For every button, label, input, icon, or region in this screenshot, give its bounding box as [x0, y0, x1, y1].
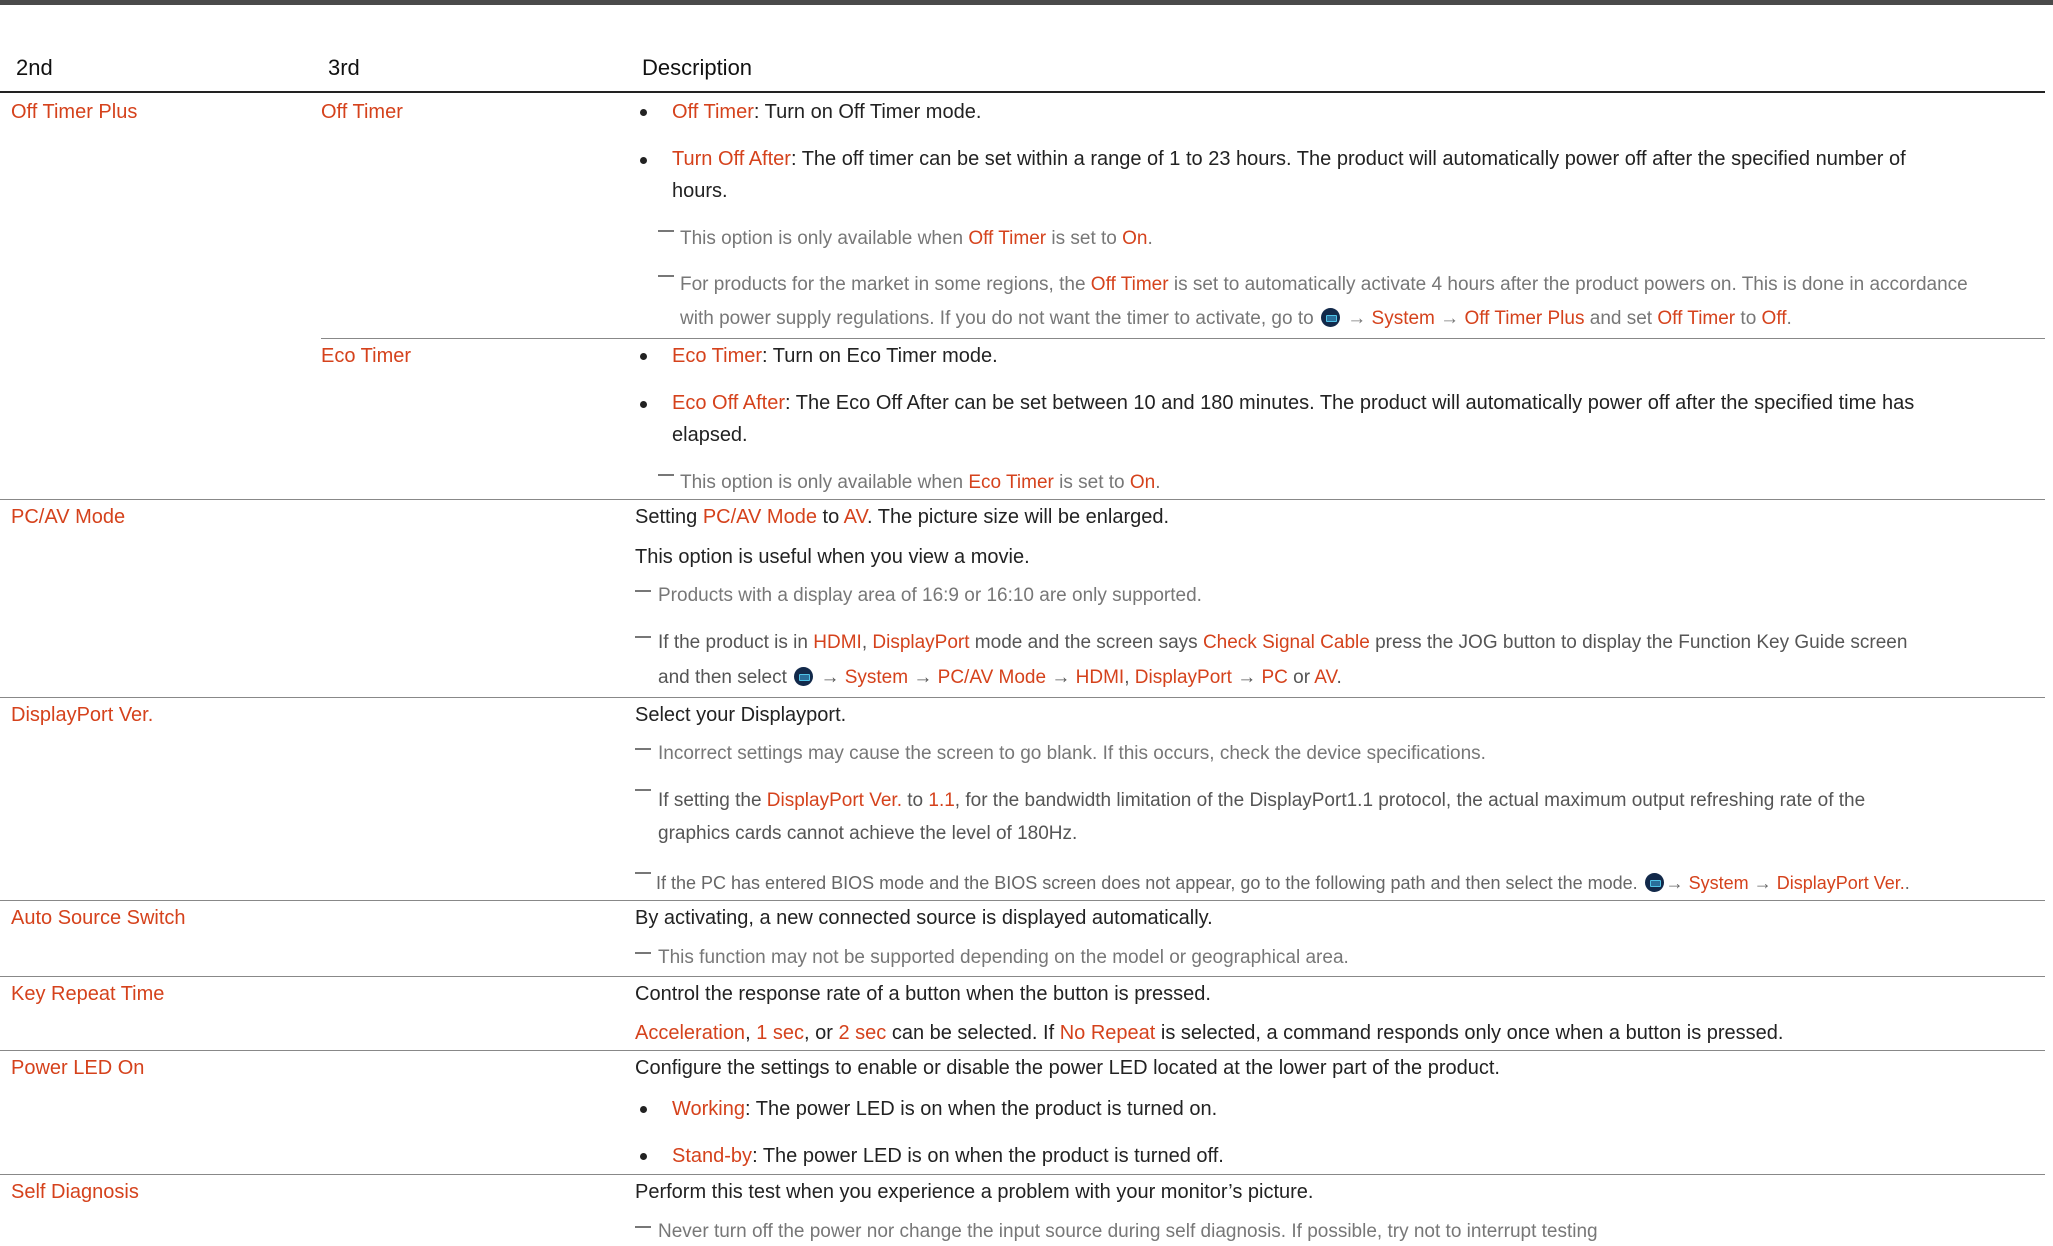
- bullet-dot: [640, 1153, 647, 1160]
- key-repeat-line-2: Acceleration, 1 sec, or 2 sec can be sel…: [635, 1022, 1784, 1044]
- auto-source-note: This function may not be supported depen…: [658, 947, 1349, 968]
- eco-timer-bullet-1: Eco Timer: Turn on Eco Timer mode.: [672, 345, 998, 367]
- note-dash: [658, 275, 674, 277]
- note-dash: [635, 789, 651, 791]
- bullet-dot: [640, 109, 647, 116]
- note-dash: [635, 1226, 651, 1228]
- header-description: Description: [642, 55, 753, 80]
- row-divider: [0, 499, 2045, 500]
- pcav-line-1: Setting PC/AV Mode to AV. The picture si…: [635, 506, 1170, 528]
- off-timer-note-1: This option is only available when Off T…: [680, 228, 1153, 249]
- row-divider: [0, 1174, 2045, 1175]
- auto-source-line-1: By activating, a new connected source is…: [635, 907, 1213, 929]
- eco-off-after-bullet-cont: elapsed.: [672, 424, 748, 446]
- menu-icon: [1320, 308, 1340, 327]
- power-led-line-1: Configure the settings to enable or disa…: [635, 1057, 1500, 1079]
- note-dash: [635, 872, 651, 874]
- bullet-dot: [640, 353, 647, 360]
- off-timer-note-2-line-1: For products for the market in some regi…: [680, 274, 1968, 295]
- bullet-dot: [640, 1106, 647, 1113]
- self-diag-line-1: Perform this test when you experience a …: [635, 1181, 1314, 1203]
- menu-icon: [794, 667, 814, 686]
- turn-off-after-bullet: Turn Off After: The off timer can be set…: [672, 148, 1906, 170]
- pcav-note-2-line-2: and then select → System → PC/AV Mode → …: [658, 667, 1342, 688]
- dpver-note-2-line-2: graphics cards cannot achieve the level …: [658, 823, 1078, 844]
- note-dash: [658, 230, 674, 232]
- dpver-note-1: Incorrect settings may cause the screen …: [658, 743, 1486, 764]
- eco-timer-note: This option is only available when Eco T…: [680, 472, 1161, 493]
- bullet-dot: [640, 401, 647, 408]
- row-divider: [0, 900, 2045, 901]
- sub-row-divider: [321, 338, 2045, 339]
- pcav-note-1: Products with a display area of 16:9 or …: [658, 585, 1202, 606]
- top-rule: [0, 0, 2053, 5]
- eco-off-after-bullet: Eco Off After: The Eco Off After can be …: [672, 392, 1915, 414]
- pcav-line-2: This option is useful when you view a mo…: [635, 546, 1030, 568]
- row-label-power-led-on: Power LED On: [11, 1057, 145, 1079]
- row-label-displayport-ver: DisplayPort Ver.: [11, 704, 154, 726]
- off-timer-note-2-line-2: with power supply regulations. If you do…: [680, 308, 1792, 329]
- note-dash: [635, 636, 651, 638]
- row-label-self-diagnosis: Self Diagnosis: [11, 1181, 139, 1203]
- row-divider: [0, 697, 2045, 698]
- note-dash: [658, 474, 674, 476]
- row-label-off-timer-plus: Off Timer Plus: [11, 101, 138, 123]
- row-label-pcav-mode: PC/AV Mode: [11, 506, 126, 528]
- pcav-note-2-line-1: If the product is in HDMI, DisplayPort m…: [658, 632, 1908, 653]
- dpver-note-2-line-1: If setting the DisplayPort Ver. to 1.1, …: [658, 790, 1866, 811]
- row-label-key-repeat-time: Key Repeat Time: [11, 983, 165, 1005]
- row-divider: [0, 976, 2045, 977]
- row-sublabel-off-timer: Off Timer: [321, 101, 403, 123]
- power-led-bullet-standby: Stand-by: The power LED is on when the p…: [672, 1145, 1224, 1167]
- note-dash: [635, 952, 651, 954]
- row-label-auto-source-switch: Auto Source Switch: [11, 907, 186, 929]
- note-dash: [635, 590, 651, 592]
- self-diag-note: Never turn off the power nor change the …: [658, 1221, 1598, 1242]
- row-divider: [0, 1050, 2045, 1051]
- header-3rd: 3rd: [328, 55, 360, 80]
- note-dash: [635, 748, 651, 750]
- header-rule: [0, 91, 2045, 93]
- key-repeat-line-1: Control the response rate of a button wh…: [635, 983, 1211, 1005]
- off-timer-bullet-1: Off Timer: Turn on Off Timer mode.: [672, 101, 982, 123]
- power-led-bullet-working: Working: The power LED is on when the pr…: [672, 1098, 1218, 1120]
- header-2nd: 2nd: [16, 55, 53, 80]
- turn-off-after-bullet-cont: hours.: [672, 180, 728, 202]
- menu-icon: [1644, 873, 1664, 892]
- dpver-line-1: Select your Displayport.: [635, 704, 847, 726]
- row-sublabel-eco-timer: Eco Timer: [321, 345, 412, 367]
- dpver-note-3: If the PC has entered BIOS mode and the …: [656, 873, 1910, 893]
- bullet-dot: [640, 157, 647, 164]
